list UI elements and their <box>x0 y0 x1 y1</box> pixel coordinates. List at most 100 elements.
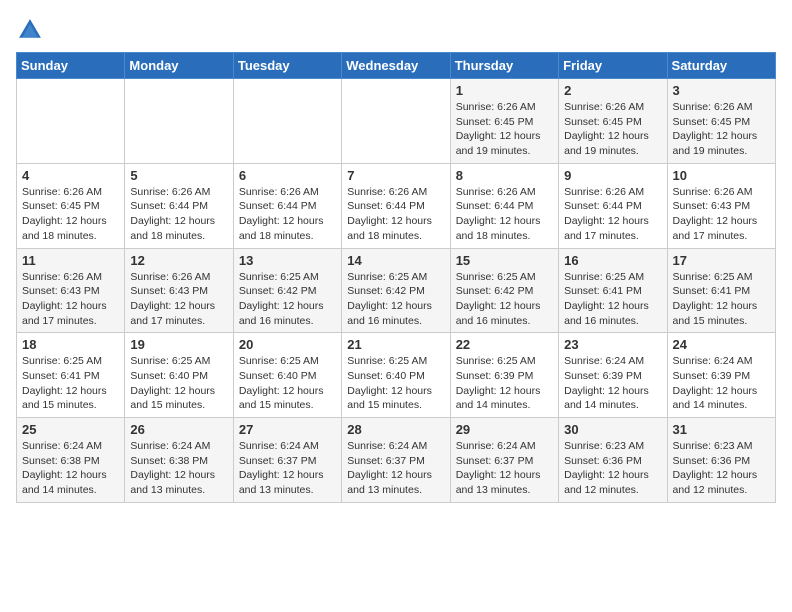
day-info: Sunrise: 6:25 AM Sunset: 6:41 PM Dayligh… <box>673 270 770 329</box>
day-number: 13 <box>239 253 336 268</box>
day-info: Sunrise: 6:26 AM Sunset: 6:44 PM Dayligh… <box>564 185 661 244</box>
calendar-week-1: 1 Sunrise: 6:26 AM Sunset: 6:45 PM Daylig… <box>17 79 776 164</box>
calendar-cell: 30Sunrise: 6:23 AM Sunset: 6:36 PM Dayli… <box>559 418 667 503</box>
page-header <box>16 16 776 44</box>
day-number: 8 <box>456 168 553 183</box>
calendar-cell: 8Sunrise: 6:26 AM Sunset: 6:44 PM Daylig… <box>450 163 558 248</box>
day-number: 23 <box>564 337 661 352</box>
calendar-cell: 3Sunrise: 6:26 AM Sunset: 6:45 PM Daylig… <box>667 79 775 164</box>
day-info: Sunrise: 6:26 AM Sunset: 6:44 PM Dayligh… <box>347 185 444 244</box>
day-number: 28 <box>347 422 444 437</box>
calendar-cell: 9 Sunrise: 6:26 AM Sunset: 6:44 PM Daylig… <box>559 163 667 248</box>
day-info: Sunrise: 6:25 AM Sunset: 6:40 PM Dayligh… <box>347 354 444 413</box>
calendar-cell: 10 Sunrise: 6:26 AM Sunset: 6:43 PM Dayli… <box>667 163 775 248</box>
day-number: 7 <box>347 168 444 183</box>
day-header-monday: Monday <box>125 53 233 79</box>
day-info: Sunrise: 6:26 AM Sunset: 6:43 PM Dayligh… <box>673 185 770 244</box>
calendar-week-5: 25 Sunrise: 6:24 AM Sunset: 6:38 PM Dayli… <box>17 418 776 503</box>
calendar-cell: 1 Sunrise: 6:26 AM Sunset: 6:45 PM Daylig… <box>450 79 558 164</box>
day-number: 29 <box>456 422 553 437</box>
calendar-cell: 4 Sunrise: 6:26 AM Sunset: 6:45 PM Daylig… <box>17 163 125 248</box>
day-info: Sunrise: 6:26 AM Sunset: 6:45 PM Dayligh… <box>22 185 119 244</box>
calendar-cell: 6 Sunrise: 6:26 AM Sunset: 6:44 PM Daylig… <box>233 163 341 248</box>
calendar-cell: 26Sunrise: 6:24 AM Sunset: 6:38 PM Dayli… <box>125 418 233 503</box>
day-number: 20 <box>239 337 336 352</box>
calendar-week-4: 18 Sunrise: 6:25 AM Sunset: 6:41 PM Dayli… <box>17 333 776 418</box>
day-info: Sunrise: 6:25 AM Sunset: 6:42 PM Dayligh… <box>456 270 553 329</box>
calendar-cell: 14 Sunrise: 6:25 AM Sunset: 6:42 PM Dayli… <box>342 248 450 333</box>
day-number: 6 <box>239 168 336 183</box>
calendar-cell: 11 Sunrise: 6:26 AM Sunset: 6:43 PM Dayli… <box>17 248 125 333</box>
calendar-week-3: 11 Sunrise: 6:26 AM Sunset: 6:43 PM Dayli… <box>17 248 776 333</box>
calendar-header-row: SundayMondayTuesdayWednesdayThursdayFrid… <box>17 53 776 79</box>
calendar-cell: 22Sunrise: 6:25 AM Sunset: 6:39 PM Dayli… <box>450 333 558 418</box>
day-info: Sunrise: 6:24 AM Sunset: 6:37 PM Dayligh… <box>239 439 336 498</box>
calendar-cell: 28 Sunrise: 6:24 AM Sunset: 6:37 PM Dayli… <box>342 418 450 503</box>
calendar-cell: 31Sunrise: 6:23 AM Sunset: 6:36 PM Dayli… <box>667 418 775 503</box>
day-info: Sunrise: 6:25 AM Sunset: 6:42 PM Dayligh… <box>347 270 444 329</box>
day-header-sunday: Sunday <box>17 53 125 79</box>
calendar-cell: 23 Sunrise: 6:24 AM Sunset: 6:39 PM Dayli… <box>559 333 667 418</box>
day-header-tuesday: Tuesday <box>233 53 341 79</box>
calendar-cell: 15 Sunrise: 6:25 AM Sunset: 6:42 PM Dayli… <box>450 248 558 333</box>
day-number: 18 <box>22 337 119 352</box>
day-info: Sunrise: 6:26 AM Sunset: 6:43 PM Dayligh… <box>130 270 227 329</box>
day-info: Sunrise: 6:26 AM Sunset: 6:44 PM Dayligh… <box>130 185 227 244</box>
day-number: 19 <box>130 337 227 352</box>
calendar-cell: 21Sunrise: 6:25 AM Sunset: 6:40 PM Dayli… <box>342 333 450 418</box>
calendar-cell: 12 Sunrise: 6:26 AM Sunset: 6:43 PM Dayli… <box>125 248 233 333</box>
calendar-cell: 20 Sunrise: 6:25 AM Sunset: 6:40 PM Dayli… <box>233 333 341 418</box>
calendar-cell: 16Sunrise: 6:25 AM Sunset: 6:41 PM Dayli… <box>559 248 667 333</box>
day-info: Sunrise: 6:25 AM Sunset: 6:41 PM Dayligh… <box>564 270 661 329</box>
day-header-wednesday: Wednesday <box>342 53 450 79</box>
day-number: 11 <box>22 253 119 268</box>
logo <box>16 16 48 44</box>
day-number: 12 <box>130 253 227 268</box>
calendar-cell: 17 Sunrise: 6:25 AM Sunset: 6:41 PM Dayli… <box>667 248 775 333</box>
day-number: 5 <box>130 168 227 183</box>
day-number: 17 <box>673 253 770 268</box>
day-info: Sunrise: 6:24 AM Sunset: 6:37 PM Dayligh… <box>347 439 444 498</box>
calendar-table: SundayMondayTuesdayWednesdayThursdayFrid… <box>16 52 776 503</box>
day-info: Sunrise: 6:24 AM Sunset: 6:38 PM Dayligh… <box>22 439 119 498</box>
day-number: 27 <box>239 422 336 437</box>
day-number: 3 <box>673 83 770 98</box>
calendar-cell: 13 Sunrise: 6:25 AM Sunset: 6:42 PM Dayli… <box>233 248 341 333</box>
day-header-saturday: Saturday <box>667 53 775 79</box>
day-number: 1 <box>456 83 553 98</box>
day-info: Sunrise: 6:24 AM Sunset: 6:39 PM Dayligh… <box>564 354 661 413</box>
day-number: 30 <box>564 422 661 437</box>
calendar-cell: 18 Sunrise: 6:25 AM Sunset: 6:41 PM Dayli… <box>17 333 125 418</box>
calendar-cell <box>17 79 125 164</box>
day-info: Sunrise: 6:26 AM Sunset: 6:43 PM Dayligh… <box>22 270 119 329</box>
day-info: Sunrise: 6:23 AM Sunset: 6:36 PM Dayligh… <box>673 439 770 498</box>
day-number: 26 <box>130 422 227 437</box>
day-number: 15 <box>456 253 553 268</box>
calendar-cell: 24 Sunrise: 6:24 AM Sunset: 6:39 PM Dayli… <box>667 333 775 418</box>
day-info: Sunrise: 6:26 AM Sunset: 6:45 PM Dayligh… <box>456 100 553 159</box>
day-info: Sunrise: 6:26 AM Sunset: 6:44 PM Dayligh… <box>239 185 336 244</box>
day-number: 10 <box>673 168 770 183</box>
day-number: 9 <box>564 168 661 183</box>
calendar-week-2: 4 Sunrise: 6:26 AM Sunset: 6:45 PM Daylig… <box>17 163 776 248</box>
day-number: 25 <box>22 422 119 437</box>
day-info: Sunrise: 6:25 AM Sunset: 6:42 PM Dayligh… <box>239 270 336 329</box>
day-info: Sunrise: 6:24 AM Sunset: 6:39 PM Dayligh… <box>673 354 770 413</box>
calendar-cell: 27 Sunrise: 6:24 AM Sunset: 6:37 PM Dayli… <box>233 418 341 503</box>
day-number: 2 <box>564 83 661 98</box>
day-number: 14 <box>347 253 444 268</box>
calendar-cell: 7 Sunrise: 6:26 AM Sunset: 6:44 PM Daylig… <box>342 163 450 248</box>
calendar-cell: 29Sunrise: 6:24 AM Sunset: 6:37 PM Dayli… <box>450 418 558 503</box>
day-info: Sunrise: 6:25 AM Sunset: 6:40 PM Dayligh… <box>130 354 227 413</box>
day-info: Sunrise: 6:25 AM Sunset: 6:41 PM Dayligh… <box>22 354 119 413</box>
day-info: Sunrise: 6:26 AM Sunset: 6:45 PM Dayligh… <box>564 100 661 159</box>
calendar-cell: 19 Sunrise: 6:25 AM Sunset: 6:40 PM Dayli… <box>125 333 233 418</box>
day-header-thursday: Thursday <box>450 53 558 79</box>
calendar-cell: 25 Sunrise: 6:24 AM Sunset: 6:38 PM Dayli… <box>17 418 125 503</box>
day-header-friday: Friday <box>559 53 667 79</box>
day-info: Sunrise: 6:25 AM Sunset: 6:40 PM Dayligh… <box>239 354 336 413</box>
calendar-cell: 5 Sunrise: 6:26 AM Sunset: 6:44 PM Daylig… <box>125 163 233 248</box>
day-number: 24 <box>673 337 770 352</box>
day-number: 4 <box>22 168 119 183</box>
calendar-cell <box>342 79 450 164</box>
